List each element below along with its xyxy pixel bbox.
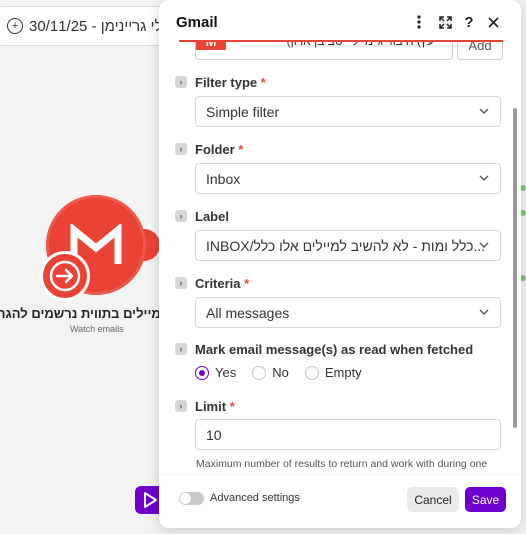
module-subtitle: Watch emails xyxy=(70,324,124,334)
mark-read-radio-group: Yes No Empty xyxy=(195,365,362,380)
chevron-down-icon xyxy=(479,108,489,114)
advanced-settings-toggle[interactable] xyxy=(179,492,204,505)
gmail-module[interactable] xyxy=(40,195,160,301)
chevron-right-icon[interactable]: › xyxy=(175,143,187,155)
mark-read-label: Mark email message(s) as read when fetch… xyxy=(195,341,474,357)
panel-footer: Advanced settings Cancel Save xyxy=(159,474,521,528)
radio-empty-label: Empty xyxy=(324,365,362,380)
chevron-right-icon[interactable]: › xyxy=(175,400,187,412)
limit-label-row: › Limit * xyxy=(175,397,501,415)
chevron-right-icon[interactable]: › xyxy=(175,76,187,88)
filter-type-label: Filter type * xyxy=(195,74,266,90)
folder-label-row: › Folder * xyxy=(175,140,501,158)
expand-icon[interactable] xyxy=(435,12,455,32)
help-icon[interactable]: ? xyxy=(459,12,479,32)
limit-value: 10 xyxy=(206,426,222,443)
label-field: › Label INBOX/כלל ומות - לא להשיב למיילי… xyxy=(175,207,501,261)
save-button[interactable]: Save xyxy=(465,487,506,512)
radio-no-label: No xyxy=(272,365,289,380)
radio-empty-dot[interactable] xyxy=(304,365,319,380)
limit-input[interactable]: 10 xyxy=(195,419,501,450)
label-select[interactable]: INBOX/כלל ומות - לא להשיב למיילים אלו כל… xyxy=(195,230,501,261)
play-icon xyxy=(144,492,157,508)
label-value: INBOX/כלל ומות - לא להשיב למיילים אלו כל… xyxy=(206,237,486,254)
radio-yes[interactable]: Yes xyxy=(195,365,236,380)
advanced-settings-label: Advanced settings xyxy=(210,492,300,504)
scenario-title: 30/11/25 - ללי גריינימן xyxy=(29,17,170,35)
panel-scrollbar[interactable] xyxy=(513,108,517,428)
panel-title: Gmail xyxy=(176,13,218,31)
arrow-right-circle-icon[interactable] xyxy=(40,251,90,301)
folder-field: › Folder * Inbox xyxy=(175,140,501,194)
radio-yes-dot[interactable] xyxy=(195,365,209,380)
radio-empty[interactable]: Empty xyxy=(304,365,362,380)
panel-body[interactable]: M עץ) חיבור ג׳מייל ייטב בן ארון) Add › F… xyxy=(159,40,521,472)
filter-type-field: › Filter type * Simple filter xyxy=(175,73,501,127)
radio-yes-label: Yes xyxy=(215,365,237,380)
limit-label: Limit * xyxy=(195,398,235,414)
limit-field: › Limit * xyxy=(175,397,501,415)
module-settings-panel: Gmail ? M עץ) חיבור ג׳מייל ייטב בן ארון)… xyxy=(159,0,521,528)
criteria-value: All messages xyxy=(206,304,290,321)
add-connection-button[interactable]: Add xyxy=(457,40,503,60)
close-icon[interactable] xyxy=(483,12,503,32)
filter-type-select[interactable]: Simple filter xyxy=(195,96,501,127)
connection-row: M עץ) חיבור ג׳מייל ייטב בן ארון) Add xyxy=(195,40,503,60)
folder-value: Inbox xyxy=(206,170,241,187)
mark-read-field: › Mark email message(s) as read when fet… xyxy=(175,340,501,358)
limit-help-text: Maximum number of results to return and … xyxy=(196,458,488,470)
label-label: Label xyxy=(195,208,229,224)
module-title: למיילים בתווית נרשמים להגרלה xyxy=(0,306,168,321)
add-circle-icon[interactable]: + xyxy=(7,18,23,34)
criteria-field: › Criteria * All messages xyxy=(175,274,501,328)
chevron-down-icon xyxy=(479,309,489,315)
cancel-button[interactable]: Cancel xyxy=(407,487,459,512)
mark-read-label-row: › Mark email message(s) as read when fet… xyxy=(175,340,501,358)
connection-accent-line xyxy=(179,40,503,42)
folder-label: Folder * xyxy=(195,141,244,157)
criteria-label: Criteria * xyxy=(195,275,250,291)
connection-select[interactable]: M עץ) חיבור ג׳מייל ייטב בן ארון) xyxy=(195,40,453,60)
chevron-down-icon xyxy=(479,242,489,248)
radio-no[interactable]: No xyxy=(252,365,289,380)
more-vert-icon[interactable] xyxy=(409,12,429,32)
chevron-right-icon[interactable]: › xyxy=(175,343,187,355)
filter-type-value: Simple filter xyxy=(206,103,280,120)
folder-select[interactable]: Inbox xyxy=(195,163,501,194)
radio-no-dot[interactable] xyxy=(252,365,267,380)
chevron-down-icon xyxy=(479,175,489,181)
criteria-select[interactable]: All messages xyxy=(195,297,501,328)
filter-type-label-row: › Filter type * xyxy=(175,73,501,91)
chevron-right-icon[interactable]: › xyxy=(175,277,187,289)
chevron-right-icon[interactable]: › xyxy=(175,210,187,222)
panel-header: Gmail ? xyxy=(159,0,521,44)
criteria-label-row: › Criteria * xyxy=(175,274,501,292)
label-label-row: › Label xyxy=(175,207,501,225)
scenario-name-tab[interactable]: + 30/11/25 - ללי גריינימן xyxy=(0,6,170,46)
